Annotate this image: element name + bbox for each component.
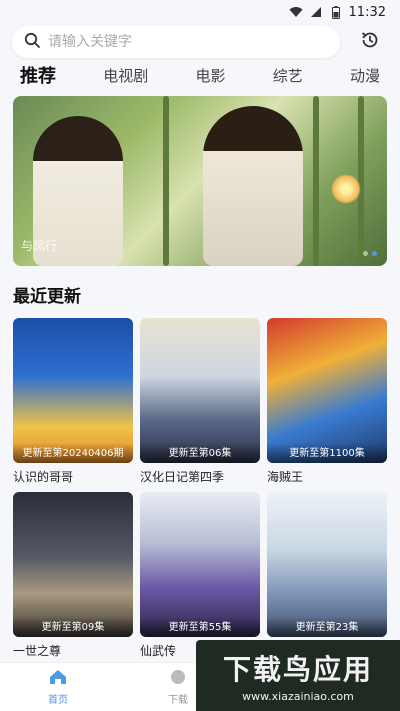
search-icon xyxy=(24,32,40,52)
battery-icon xyxy=(329,5,343,19)
poster-art xyxy=(267,318,387,463)
poster-art xyxy=(267,492,387,637)
poster: 更新至第55集 xyxy=(140,492,260,637)
watermark-logo: 下载鸟应用 www.xiazainiao.com xyxy=(196,640,400,711)
update-badge: 更新至第55集 xyxy=(140,617,260,637)
poster-art xyxy=(13,318,133,463)
category-tabs: 推荐 电视剧 电影 综艺 动漫 xyxy=(0,60,400,90)
home-icon xyxy=(49,669,67,689)
nav-download[interactable]: 下载 xyxy=(168,669,188,706)
poster-art xyxy=(140,318,260,463)
banner-dot[interactable] xyxy=(363,251,368,256)
status-time: 11:32 xyxy=(348,4,386,20)
search-box[interactable] xyxy=(12,26,340,58)
media-card[interactable]: 更新至第20240406期 认识的哥哥 xyxy=(13,318,133,486)
search-row xyxy=(12,26,388,58)
banner-flower xyxy=(331,174,361,204)
banner-dots xyxy=(363,251,377,256)
signal-icon xyxy=(309,5,323,19)
tab-variety[interactable]: 综艺 xyxy=(273,63,303,88)
card-title: 汉化日记第四季 xyxy=(140,470,225,484)
watermark-title: 下载鸟应用 xyxy=(222,653,373,686)
update-badge: 更新至第09集 xyxy=(13,617,133,637)
update-badge: 更新至第06集 xyxy=(140,443,260,463)
banner-carousel[interactable]: 与凤行 xyxy=(13,96,387,266)
media-card[interactable]: 更新至第23集 xyxy=(267,492,387,660)
card-title: 海贼王 xyxy=(267,470,304,484)
media-card[interactable]: 更新至第09集 一世之尊 xyxy=(13,492,133,660)
wifi-icon xyxy=(289,5,303,19)
tab-movies[interactable]: 电影 xyxy=(195,63,225,88)
poster: 更新至第1100集 xyxy=(267,318,387,463)
nav-download-label: 下载 xyxy=(168,694,188,706)
media-card[interactable]: 更新至第1100集 海贼王 xyxy=(267,318,387,486)
download-icon xyxy=(169,669,187,689)
update-badge: 更新至第1100集 xyxy=(267,443,387,463)
poster-art xyxy=(140,492,260,637)
status-bar: 11:32 xyxy=(0,0,400,24)
poster: 更新至第09集 xyxy=(13,492,133,637)
media-card[interactable]: 更新至第55集 仙武传 xyxy=(140,492,260,660)
banner-bamboo xyxy=(163,96,169,266)
recent-grid: 更新至第20240406期 认识的哥哥 更新至第06集 汉化日记第四季 更新至第… xyxy=(13,318,387,660)
card-title: 认识的哥哥 xyxy=(13,470,74,484)
update-badge: 更新至第23集 xyxy=(267,617,387,637)
banner-figure-right xyxy=(203,106,303,266)
banner-bamboo xyxy=(313,96,319,266)
section-title-recent: 最近更新 xyxy=(13,287,81,307)
update-badge: 更新至第20240406期 xyxy=(13,443,133,463)
watermark-url: www.xiazainiao.com xyxy=(242,690,354,703)
history-button[interactable] xyxy=(358,30,382,54)
card-title: 一世之尊 xyxy=(13,644,62,658)
poster-art xyxy=(13,492,133,637)
nav-home-label: 首页 xyxy=(48,694,68,706)
tab-recommend[interactable]: 推荐 xyxy=(20,60,56,90)
search-input[interactable] xyxy=(48,34,288,50)
poster: 更新至第06集 xyxy=(140,318,260,463)
poster: 更新至第23集 xyxy=(267,492,387,637)
banner-dot-active[interactable] xyxy=(372,251,377,256)
banner-caption: 与凤行 xyxy=(21,239,58,253)
media-card[interactable]: 更新至第06集 汉化日记第四季 xyxy=(140,318,260,486)
tab-anime[interactable]: 动漫 xyxy=(350,63,380,88)
poster: 更新至第20240406期 xyxy=(13,318,133,463)
history-icon xyxy=(360,30,380,54)
nav-home[interactable]: 首页 xyxy=(48,669,68,706)
tab-tv-series[interactable]: 电视剧 xyxy=(103,63,148,88)
